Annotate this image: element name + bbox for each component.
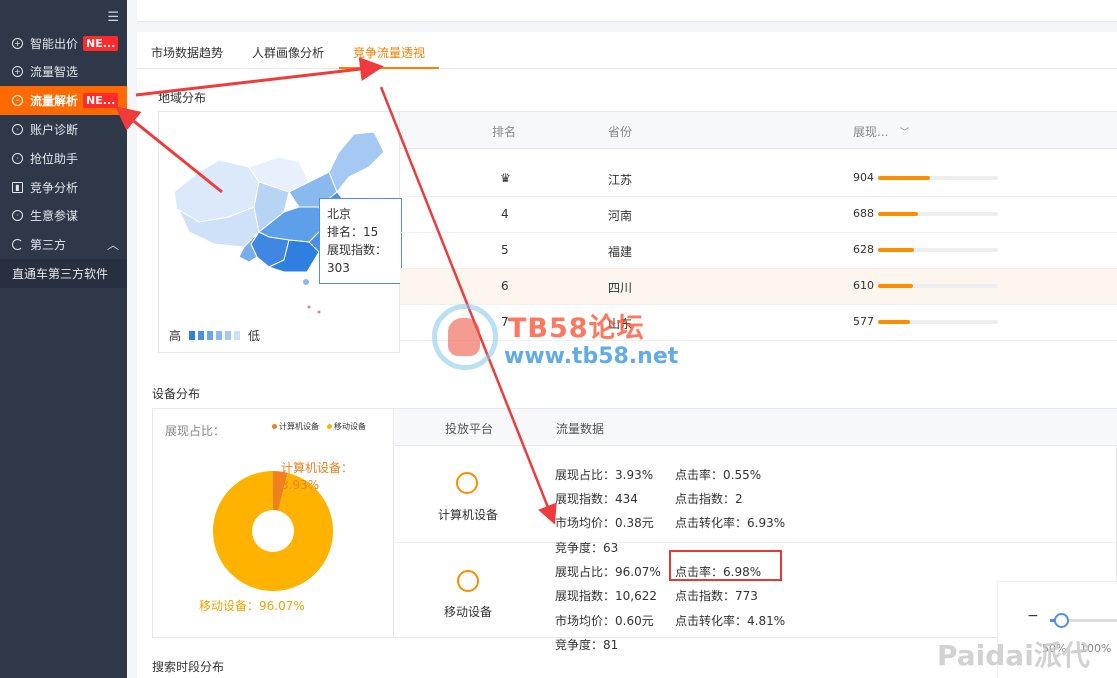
annotation-arrow — [135, 57, 384, 97]
app-root: ☰ + 智能出价 NE... + 流量智选 · 流量解析 NE... · 账户诊… — [0, 0, 1117, 678]
annotation-arrow — [379, 86, 557, 525]
annotation-arrows — [115, 57, 557, 525]
annotation-arrow — [115, 106, 223, 194]
